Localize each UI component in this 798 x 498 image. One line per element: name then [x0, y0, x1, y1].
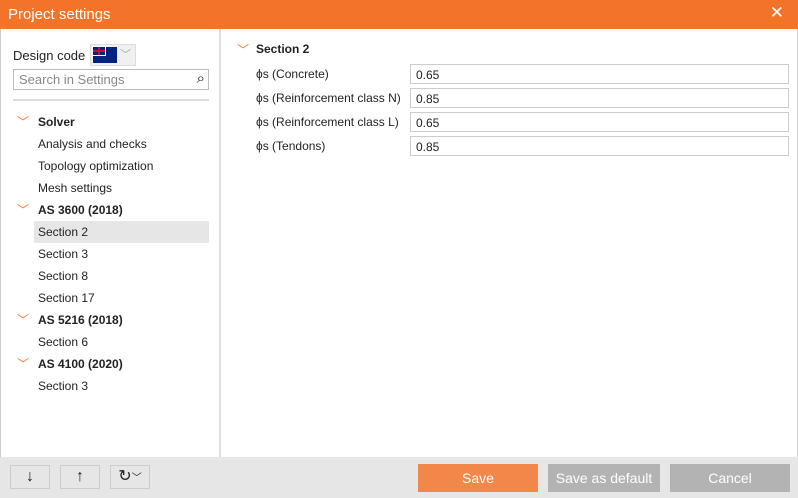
property-label: ϕs (Reinforcement class L) — [256, 115, 399, 129]
settings-tree: ﹀ Solver Analysis and checks Topology optim… — [1, 111, 222, 397]
chevron-down-icon[interactable]: ﹀ — [237, 41, 249, 58]
property-value-input[interactable]: 0.65 — [410, 64, 789, 84]
property-value-input[interactable]: 0.85 — [410, 136, 789, 156]
chevron-down-icon[interactable]: ﹀ — [17, 111, 29, 133]
chevron-down-icon: ﹀ — [131, 473, 142, 484]
search-input[interactable]: Search in Settings ⌕ — [13, 69, 209, 90]
tree-item[interactable]: Section 3 — [34, 243, 209, 265]
tree-item[interactable]: Section 6 — [34, 331, 209, 353]
property-row: ϕs (Reinforcement class N) 0.85 — [256, 88, 796, 108]
title-bar: Project settings ✕ — [0, 0, 798, 29]
property-row: ϕs (Concrete) 0.65 — [256, 64, 796, 84]
move-down-button[interactable]: ↓ — [10, 465, 50, 489]
group-label: AS 5216 (2018) — [38, 313, 123, 327]
move-up-button[interactable]: ↑ — [60, 465, 100, 489]
section-title: Section 2 — [256, 42, 310, 56]
property-label: ϕs (Reinforcement class N) — [256, 91, 401, 105]
group-label: AS 3600 (2018) — [38, 203, 123, 217]
close-icon[interactable]: ✕ — [770, 3, 784, 23]
divider — [13, 99, 209, 101]
window-title: Project settings — [8, 6, 111, 23]
property-label: ϕs (Concrete) — [256, 67, 329, 81]
design-code-dropdown[interactable]: ﹀ — [90, 44, 136, 66]
cancel-button[interactable]: Cancel — [670, 464, 790, 492]
search-icon[interactable]: ⌕ — [197, 70, 205, 87]
chevron-down-icon[interactable]: ﹀ — [17, 353, 29, 375]
tree-item[interactable]: Section 3 — [34, 375, 209, 397]
save-button[interactable]: Save — [418, 464, 538, 492]
reset-dropdown-button[interactable]: ↻﹀ — [110, 465, 150, 489]
tree-group[interactable]: ﹀ AS 4100 (2020) — [1, 353, 222, 375]
reset-icon: ↻ — [118, 468, 132, 485]
tree-item[interactable]: Mesh settings — [34, 177, 209, 199]
property-row: ϕs (Reinforcement class L) 0.65 — [256, 112, 796, 132]
settings-panel: ﹀ Section 2 ϕs (Concrete) 0.65 ϕs (Reinfor… — [221, 29, 798, 457]
property-value-input[interactable]: 0.85 — [410, 88, 789, 108]
tree-item[interactable]: Section 2 — [34, 221, 209, 243]
design-code-label: Design code — [13, 48, 86, 63]
group-label: Solver — [38, 115, 75, 129]
property-row: ϕs (Tendons) 0.85 — [256, 136, 796, 156]
chevron-down-icon[interactable]: ﹀ — [17, 309, 29, 331]
property-value-input[interactable]: 0.65 — [410, 112, 789, 132]
group-label: AS 4100 (2020) — [38, 357, 123, 371]
tree-group[interactable]: ﹀ AS 3600 (2018) — [1, 199, 222, 221]
australia-flag-icon — [92, 46, 117, 63]
property-label: ϕs (Tendons) — [256, 139, 326, 153]
tree-item[interactable]: Section 17 — [34, 287, 209, 309]
tree-item[interactable]: Topology optimization — [34, 155, 209, 177]
tree-group[interactable]: ﹀ AS 5216 (2018) — [1, 309, 222, 331]
footer: ↓ ↑ ↻﹀ Save Save as default Cancel — [0, 457, 798, 498]
tree-item[interactable]: Section 8 — [34, 265, 209, 287]
sidebar: Design code ﹀ Search in Settings ⌕ ﹀ Solv… — [0, 29, 221, 457]
save-as-default-button[interactable]: Save as default — [548, 464, 660, 492]
tree-item[interactable]: Analysis and checks — [34, 133, 209, 155]
chevron-down-icon[interactable]: ﹀ — [17, 199, 29, 221]
chevron-down-icon: ﹀ — [120, 49, 131, 61]
tree-group[interactable]: ﹀ Solver — [1, 111, 222, 133]
